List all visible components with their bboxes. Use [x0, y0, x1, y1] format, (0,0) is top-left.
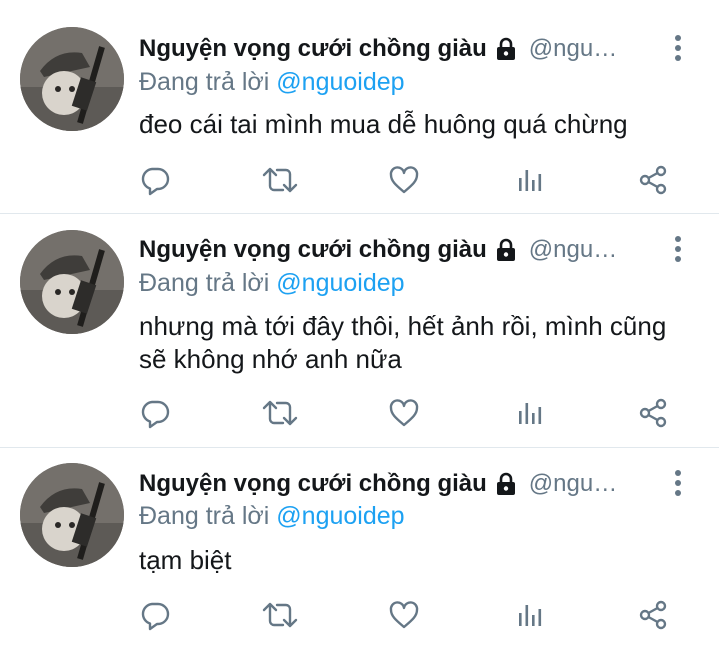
reply-button[interactable]	[135, 160, 175, 200]
tweet-text: tạm biệt	[139, 545, 232, 575]
tweet-actions	[0, 160, 719, 200]
tweet-text: đeo cái tai mình mua dễ huông quá chừng	[139, 109, 628, 139]
heart-icon	[389, 166, 419, 194]
retweet-icon	[262, 167, 298, 193]
share-icon	[639, 398, 667, 428]
like-button[interactable]	[384, 393, 424, 433]
analytics-button[interactable]	[510, 393, 550, 433]
display-name[interactable]: Nguyện vọng cưới chồng giàu	[139, 35, 487, 63]
reply-context: Đang trả lời @nguoidep	[139, 68, 405, 97]
retweet-button[interactable]	[260, 595, 300, 635]
display-name[interactable]: Nguyện vọng cưới chồng giàu	[139, 470, 487, 498]
share-icon	[639, 600, 667, 630]
display-name[interactable]: Nguyện vọng cưới chồng giàu	[139, 236, 487, 264]
reply-prefix: Đang trả lời	[139, 68, 270, 96]
reply-bubble-icon	[141, 167, 170, 196]
retweet-button[interactable]	[260, 393, 300, 433]
bar-chart-icon	[519, 605, 542, 626]
tweet-header: Nguyện vọng cưới chồng giàu @ngu…	[139, 32, 659, 66]
reply-context: Đang trả lời @nguoidep	[139, 269, 405, 298]
tweet-actions	[0, 393, 719, 433]
lock-icon	[493, 471, 519, 497]
tweet-header: Nguyện vọng cưới chồng giàu @ngu…	[139, 467, 659, 501]
like-button[interactable]	[384, 160, 424, 200]
share-button[interactable]	[633, 393, 673, 433]
lock-icon	[493, 36, 519, 62]
handle: @ngu…	[528, 470, 618, 497]
reply-bubble-icon	[141, 400, 170, 429]
handle: @ngu…	[528, 35, 618, 62]
heart-icon	[389, 601, 419, 629]
avatar[interactable]	[20, 27, 124, 131]
reply-prefix: Đang trả lời	[139, 269, 270, 297]
bar-chart-icon	[519, 170, 542, 191]
avatar[interactable]	[20, 463, 124, 567]
reply-prefix: Đang trả lời	[139, 502, 270, 530]
heart-icon	[389, 399, 419, 427]
tweet-actions	[0, 595, 719, 635]
timeline: Nguyện vọng cưới chồng giàu @ngu… Đang t…	[0, 0, 719, 647]
more-vertical-icon[interactable]	[668, 233, 688, 267]
reply-button[interactable]	[135, 595, 175, 635]
analytics-button[interactable]	[510, 595, 550, 635]
share-button[interactable]	[633, 160, 673, 200]
tweet[interactable]: Nguyện vọng cưới chồng giàu @ngu… Đang t…	[0, 213, 719, 447]
more-vertical-icon[interactable]	[668, 467, 688, 501]
lock-icon	[493, 237, 519, 263]
reply-mention-link[interactable]: @nguoidep	[276, 68, 404, 96]
bar-chart-icon	[519, 403, 542, 424]
tweet-header: Nguyện vọng cưới chồng giàu @ngu…	[139, 233, 659, 267]
like-button[interactable]	[384, 595, 424, 635]
handle: @ngu…	[528, 236, 618, 263]
reply-mention-link[interactable]: @nguoidep	[276, 269, 404, 297]
reply-bubble-icon	[141, 602, 170, 631]
avatar[interactable]	[20, 230, 124, 334]
analytics-button[interactable]	[510, 160, 550, 200]
reply-context: Đang trả lời @nguoidep	[139, 502, 405, 531]
retweet-icon	[262, 400, 298, 426]
more-vertical-icon[interactable]	[668, 32, 688, 66]
reply-button[interactable]	[135, 393, 175, 433]
share-icon	[639, 165, 667, 195]
retweet-icon	[262, 602, 298, 628]
tweet[interactable]: Nguyện vọng cưới chồng giàu @ngu… Đang t…	[0, 0, 719, 213]
retweet-button[interactable]	[260, 160, 300, 200]
tweet-text: nhưng mà tới đây thôi, hết ảnh rồi, mình…	[139, 311, 667, 374]
tweet[interactable]: Nguyện vọng cưới chồng giàu @ngu… Đang t…	[0, 447, 719, 647]
share-button[interactable]	[633, 595, 673, 635]
reply-mention-link[interactable]: @nguoidep	[276, 502, 404, 530]
